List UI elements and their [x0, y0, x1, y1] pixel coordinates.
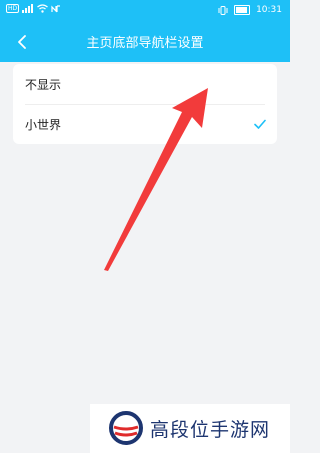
nfc-icon — [51, 5, 61, 13]
page-title: 主页底部导航栏设置 — [86, 36, 204, 51]
checkmark-icon — [254, 119, 266, 129]
option-hide[interactable]: 不显示 — [13, 64, 277, 104]
nav-bar: 主页底部导航栏设置 — [0, 22, 290, 62]
options-card: 不显示 小世界 — [13, 64, 277, 144]
watermark: 高段位手游网 — [90, 404, 290, 453]
watermark-logo — [109, 411, 143, 445]
wifi-icon — [37, 4, 49, 13]
option-label: 不显示 — [25, 78, 62, 92]
signal-icon — [22, 4, 34, 13]
option-small-world[interactable]: 小世界 — [13, 104, 277, 144]
status-time: 10:31 — [256, 5, 282, 15]
status-bar: HD 10:31 — [0, 0, 290, 22]
status-left: HD — [6, 4, 61, 13]
hd-badge: HD — [6, 4, 20, 13]
option-label: 小世界 — [25, 118, 62, 132]
header-bar: HD 10:31 主页底部导航栏设置 — [0, 0, 290, 62]
watermark-text: 高段位手游网 — [150, 419, 271, 441]
status-right: 10:31 — [218, 5, 282, 15]
vibrate-icon — [218, 5, 228, 15]
battery-icon — [234, 5, 251, 15]
